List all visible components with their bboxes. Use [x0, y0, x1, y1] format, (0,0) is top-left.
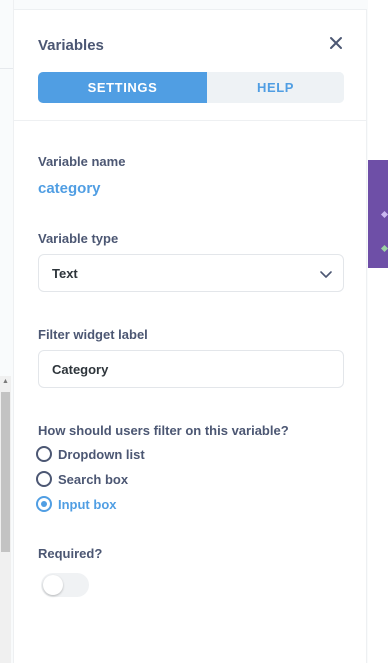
- variable-type-select[interactable]: Text: [38, 254, 344, 292]
- variable-type-value: Text: [52, 265, 78, 281]
- section-divider: [14, 120, 366, 121]
- required-label: Required?: [38, 546, 103, 561]
- toggle-knob: [43, 575, 63, 595]
- background-divider: [0, 68, 13, 69]
- filter-widget-label-input[interactable]: Category: [38, 350, 344, 388]
- radio-label: Search box: [58, 471, 129, 487]
- radio-dropdown-list[interactable]: Dropdown list: [36, 446, 145, 462]
- tab-settings[interactable]: SETTINGS: [38, 72, 207, 103]
- filter-widget-label-label: Filter widget label: [38, 327, 148, 342]
- radio-button[interactable]: [36, 446, 52, 462]
- background-purple-card: [368, 160, 388, 268]
- decorative-dot: [380, 244, 388, 253]
- filter-widget-label-value: Category: [52, 361, 109, 377]
- chevron-down-icon: [319, 267, 333, 281]
- radio-button-selected[interactable]: [36, 496, 52, 512]
- sidebar-tabs: SETTINGS HELP: [38, 72, 344, 103]
- sidebar-title: Variables: [38, 37, 104, 54]
- background-right-pane: [368, 0, 388, 663]
- radio-label: Dropdown list: [58, 446, 145, 462]
- radio-search-box[interactable]: Search box: [36, 471, 128, 487]
- filter-mode-question: How should users filter on this variable…: [38, 423, 289, 438]
- variables-sidebar: Variables SETTINGS HELP Variable name ca…: [13, 10, 367, 663]
- variable-type-label: Variable type: [38, 231, 119, 246]
- scrollbar-thumb[interactable]: [1, 392, 10, 552]
- radio-label: Input box: [58, 496, 117, 512]
- close-icon[interactable]: [327, 34, 345, 52]
- variable-name-label: Variable name: [38, 154, 126, 169]
- scroll-up-arrow-icon[interactable]: ▲: [0, 378, 11, 386]
- variable-name-value: category: [38, 180, 101, 197]
- decorative-dot: [380, 210, 388, 219]
- background-scrollbar[interactable]: ▲: [0, 376, 11, 663]
- radio-input-box[interactable]: Input box: [36, 496, 117, 512]
- radio-button[interactable]: [36, 471, 52, 487]
- required-toggle[interactable]: [41, 573, 89, 597]
- tab-help[interactable]: HELP: [207, 72, 344, 103]
